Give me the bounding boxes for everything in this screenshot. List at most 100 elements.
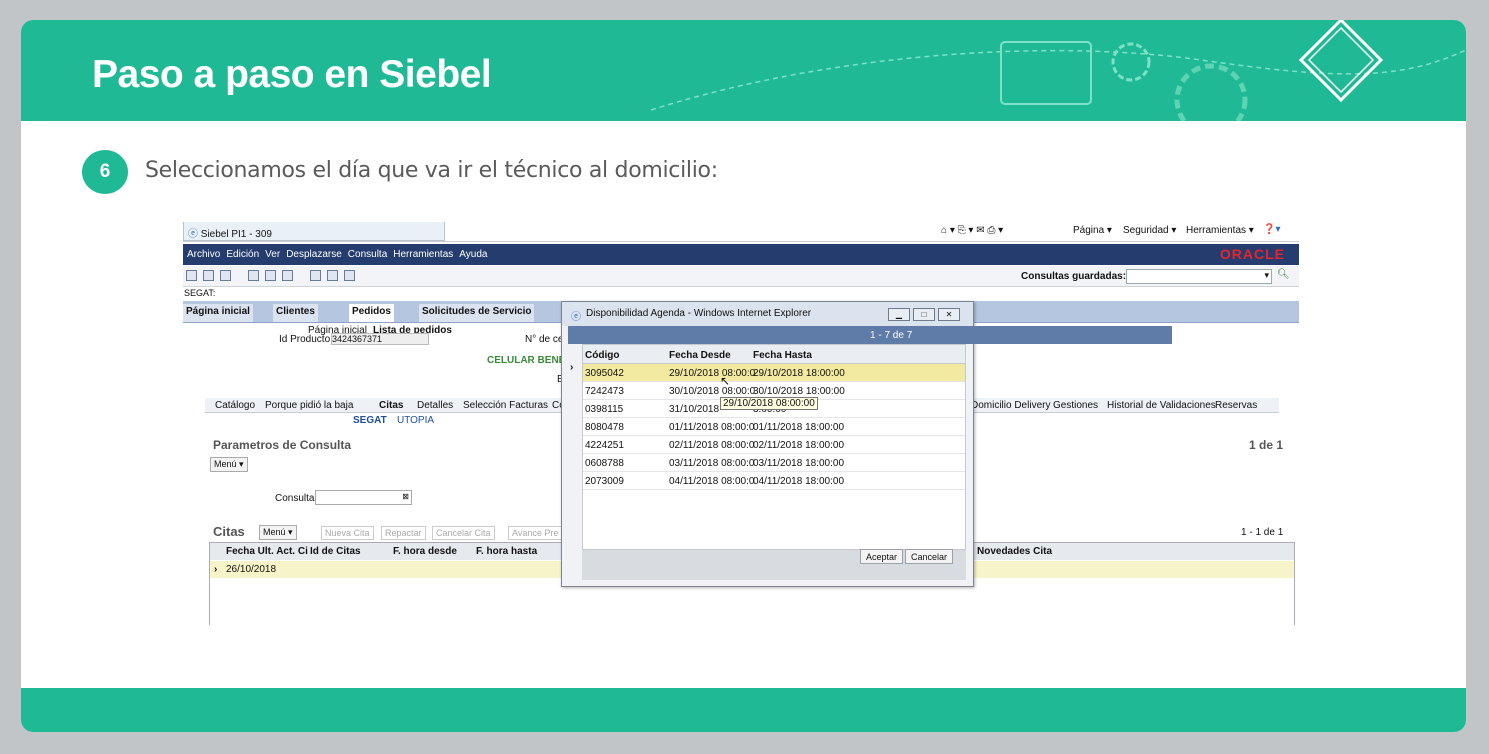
cell-codigo: 2073009 xyxy=(585,476,624,487)
menu-desplazarse[interactable]: Desplazarse xyxy=(286,249,342,260)
availability-header: Código Fecha Desde Fecha Hasta xyxy=(583,345,965,364)
dialog-record-count: 1 - 7 de 7 xyxy=(568,326,1172,344)
subtab-utopia[interactable]: UTOPIA xyxy=(397,415,434,426)
view-tab-porque[interactable]: Porque pidió la baja xyxy=(265,400,353,411)
saved-queries-label: Consultas guardadas: xyxy=(1021,271,1127,282)
search-icon[interactable] xyxy=(248,270,259,281)
col-fecha-hasta[interactable]: Fecha Hasta xyxy=(753,350,812,361)
cancel-button[interactable]: Cancelar xyxy=(905,549,954,564)
view-tab-facturas[interactable]: Selección Facturas xyxy=(463,400,548,411)
browser-titlebar: ⓔ Siebel PI1 - 309 ⌂ ▾ ⎘ ▾ ✉ ⎙ ▾ Página … xyxy=(183,222,1299,242)
copy-icon[interactable] xyxy=(203,270,214,281)
view-tab-reservas[interactable]: Reservas xyxy=(1215,400,1257,411)
tab-solicitudes[interactable]: Solicitudes de Servicio xyxy=(419,304,535,322)
segat-label: SEGAT: xyxy=(183,287,1299,301)
menu-ver[interactable]: Ver xyxy=(265,249,280,260)
tab-pedidos[interactable]: Pedidos xyxy=(349,304,394,322)
view-tab-detalles[interactable]: Detalles xyxy=(417,400,453,411)
help-doc-icon[interactable] xyxy=(265,270,276,281)
consulta-input[interactable]: ⊠ xyxy=(315,490,412,505)
col-codigo[interactable]: Código xyxy=(585,350,619,361)
cell-fecha-desde: 30/10/2018 08:00:0 xyxy=(669,386,756,397)
table-row[interactable]: 2073009 04/11/2018 08:00:0 04/11/2018 18:0… xyxy=(583,472,965,490)
table-row[interactable]: 0608788 03/11/2018 08:00:0 03/11/2018 18:0… xyxy=(583,454,965,472)
table-row[interactable]: 3095042 29/10/2018 08:00:0 29/10/2018 18:0… xyxy=(583,364,965,382)
close-button[interactable]: ✕ xyxy=(938,308,960,321)
citas-col-desde[interactable]: F. hora desde xyxy=(393,546,457,557)
slide-header: Paso a paso en Siebel xyxy=(21,20,1466,121)
page-title: Paso a paso en Siebel xyxy=(92,53,492,96)
table-row[interactable]: 4224251 02/11/2018 08:00:0 02/11/2018 18:0… xyxy=(583,436,965,454)
help-icon[interactable]: ❓▾ xyxy=(1263,224,1280,235)
slide: Paso a paso en Siebel 6 Seleccionamos el… xyxy=(21,20,1466,732)
nueva-cita-button[interactable]: Nueva Cita xyxy=(321,526,374,540)
clock-icon[interactable] xyxy=(327,270,338,281)
subtab-segat[interactable]: SEGAT xyxy=(353,415,387,426)
cell-codigo: 0398115 xyxy=(585,404,624,415)
tab-clientes[interactable]: Clientes xyxy=(273,304,318,322)
oracle-logo: ORACLE xyxy=(1219,246,1285,262)
citas-col-id[interactable]: Id de Citas xyxy=(310,546,361,557)
cell-fecha-hasta: 04/11/2018 18:00:00 xyxy=(753,476,845,487)
browser-tab[interactable]: ⓔ Siebel PI1 - 309 xyxy=(183,222,445,241)
minimize-button[interactable]: ▁ xyxy=(888,308,910,321)
cancelar-cita-button[interactable]: Cancelar Cita xyxy=(432,526,495,540)
cell-fecha-desde: 29/10/2018 08:00:0 xyxy=(669,368,756,379)
toolbar-security[interactable]: Seguridad ▾ xyxy=(1123,225,1176,236)
cell-codigo: 0608788 xyxy=(585,458,624,469)
cell-codigo: 3095042 xyxy=(585,368,624,379)
saved-queries-select[interactable]: ▾ xyxy=(1126,269,1272,284)
ie-icon: ⓔ xyxy=(571,312,581,323)
citas-col-hasta[interactable]: F. hora hasta xyxy=(476,546,537,557)
repactar-button[interactable]: Repactar xyxy=(381,526,426,540)
note-icon[interactable] xyxy=(282,270,293,281)
citas-col-fecha[interactable]: Fecha Ult. Act. Ci xyxy=(226,546,308,557)
tab-pagina-inicial[interactable]: Página inicial xyxy=(183,304,253,322)
new-icon[interactable] xyxy=(186,270,197,281)
consulta-label: Consulta: xyxy=(275,493,318,504)
globe-icon[interactable] xyxy=(220,270,231,281)
view-tab-historial[interactable]: Historial de Validaciones xyxy=(1107,400,1216,411)
mouse-cursor-icon: ↖ xyxy=(720,374,731,388)
cell-fecha-hasta: 01/11/2018 18:00:00 xyxy=(753,422,845,433)
menu-ayuda[interactable]: Ayuda xyxy=(459,249,487,260)
cell-codigo: 8080478 xyxy=(585,422,624,433)
slide-footer xyxy=(21,688,1466,732)
siebel-toolbar: Consultas guardadas: ▾ 🔍︎ xyxy=(183,266,1299,287)
id-producto-value[interactable]: 3424367371 xyxy=(331,333,429,345)
home-icon[interactable]: ⌂ ▾ ⎘ ▾ ✉ ⎙ ▾ xyxy=(941,225,1003,236)
toolbar-page[interactable]: Página ▾ xyxy=(1073,225,1112,236)
menu-archivo[interactable]: Archivo xyxy=(187,249,220,260)
col-fecha-desde[interactable]: Fecha Desde xyxy=(669,350,731,361)
menu-consulta[interactable]: Consulta xyxy=(348,249,387,260)
citas-menu-button[interactable]: Menú ▾ xyxy=(259,525,297,540)
cell-fecha-hasta: 30/10/2018 18:00:00 xyxy=(753,386,845,397)
params-menu-button[interactable]: Menú ▾ xyxy=(210,457,248,472)
maximize-button[interactable]: □ xyxy=(913,308,935,321)
citas-count: 1 - 1 de 1 xyxy=(1241,527,1284,538)
view-tab-gestiones[interactable]: Gestiones xyxy=(1053,400,1098,411)
menu-edicion[interactable]: Edición xyxy=(226,249,259,260)
table-row[interactable]: 8080478 01/11/2018 08:00:0 01/11/2018 18:0… xyxy=(583,418,965,436)
view-tab-citas[interactable]: Citas xyxy=(379,400,403,411)
view-tab-delivery[interactable]: Domicilio Delivery xyxy=(971,400,1050,411)
accept-button[interactable]: Aceptar xyxy=(860,549,904,564)
cell-fecha-desde: 03/11/2018 08:00:0 xyxy=(669,458,755,469)
menu-herramientas[interactable]: Herramientas xyxy=(393,249,453,260)
params-count: 1 de 1 xyxy=(1249,438,1284,452)
id-producto-label: Id Producto: xyxy=(279,334,333,345)
siebel-menubar: Archivo Edición Ver Desplazarse Consulta Herr… xyxy=(183,244,1299,265)
step-instruction: Seleccionamos el día que va ir el técnic… xyxy=(145,158,718,183)
decorative-illustration xyxy=(650,20,1466,121)
print-icon[interactable] xyxy=(310,270,321,281)
availability-table: Código Fecha Desde Fecha Hasta 3095042 29… xyxy=(582,344,966,550)
chart-icon[interactable] xyxy=(344,270,355,281)
cell-fecha-desde: 01/11/2018 08:00:0 xyxy=(669,422,755,433)
citas-col-novedades[interactable]: Novedades Cita xyxy=(977,546,1052,557)
toolbar-tools[interactable]: Herramientas ▾ xyxy=(1186,225,1254,236)
view-tab-catalogo[interactable]: Catálogo xyxy=(215,400,255,411)
avance-button[interactable]: Avance Pre xyxy=(508,526,563,540)
cell-fecha-hasta: 29/10/2018 18:00:00 xyxy=(753,368,845,379)
cell-fecha-desde: 02/11/2018 08:00:0 xyxy=(669,440,755,451)
query-icon[interactable]: 🔍︎ xyxy=(1277,269,1290,280)
